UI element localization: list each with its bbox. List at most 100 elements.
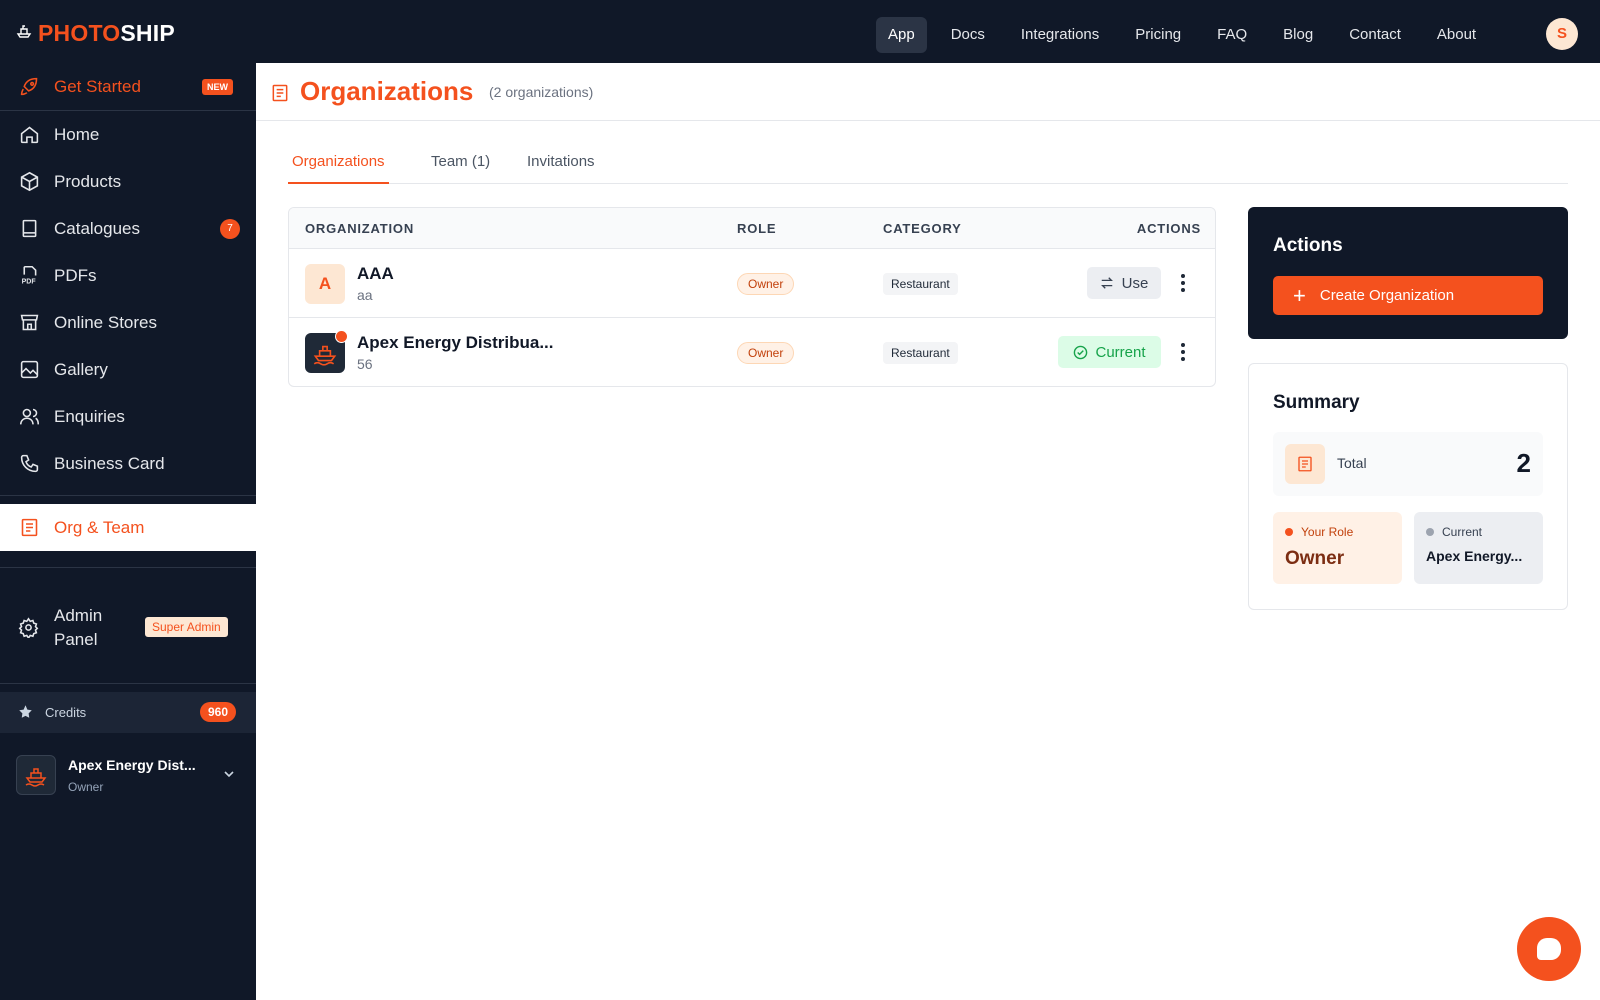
current-value: Apex Energy...: [1426, 548, 1523, 564]
home-icon: [18, 124, 40, 146]
sidebar-item-enquiries[interactable]: Enquiries: [0, 393, 256, 440]
org-logo: [16, 755, 56, 795]
brand-logo[interactable]: PHOTOSHIP: [16, 20, 175, 47]
sidebar-item-label: Business Card: [54, 453, 165, 473]
sidebar: Get Started NEW Home Products Catalogues…: [0, 63, 256, 1000]
table-row[interactable]: Apex Energy Distribua... 56 Owner Restau…: [289, 318, 1215, 386]
count-badge: 7: [220, 218, 240, 239]
sidebar-item-label: Enquiries: [54, 406, 125, 426]
sidebar-item-business-card[interactable]: Business Card: [0, 440, 256, 487]
sidebar-item-label: Gallery: [54, 359, 108, 379]
store-icon: [18, 312, 40, 334]
your-role-stat: Your Role Owner: [1273, 512, 1402, 584]
org-icon: [1285, 444, 1325, 484]
phone-icon: [18, 453, 40, 475]
current-org-stat: Current Apex Energy...: [1414, 512, 1543, 584]
book-icon: [18, 218, 40, 240]
actions-title: Actions: [1273, 235, 1343, 256]
row-menu-icon[interactable]: [1175, 271, 1191, 295]
image-icon: [18, 359, 40, 381]
your-role-label: Your Role: [1301, 525, 1354, 539]
svg-text:PDF: PDF: [21, 278, 36, 285]
sidebar-item-online-stores[interactable]: Online Stores: [0, 299, 256, 346]
sidebar-item-label: PDFs: [54, 265, 97, 285]
super-admin-badge: Super Admin: [145, 617, 228, 637]
page-header: Organizations (2 organizations): [256, 63, 1600, 121]
sidebar-item-products[interactable]: Products: [0, 158, 256, 205]
sidebar-item-home[interactable]: Home: [0, 111, 256, 158]
sidebar-item-pdfs[interactable]: PDF PDFs: [0, 252, 256, 299]
credits-bar[interactable]: Credits 960: [0, 692, 256, 733]
sidebar-item-get-started[interactable]: Get Started NEW: [0, 63, 256, 110]
use-org-label: Use: [1121, 274, 1149, 292]
box-icon: [18, 171, 40, 193]
credits-badge: 960: [200, 702, 237, 722]
chat-button[interactable]: [1517, 917, 1581, 981]
new-badge: NEW: [202, 78, 233, 95]
category-badge: Restaurant: [883, 342, 958, 364]
org-subtitle: 56: [357, 356, 373, 372]
top-nav: App Docs Integrations Pricing FAQ Blog C…: [876, 17, 1500, 53]
total-value: 2: [1516, 448, 1531, 478]
sidebar-item-label: Admin Panel: [54, 606, 103, 649]
chat-bubble-icon: [1537, 938, 1561, 960]
credits-label: Credits: [45, 705, 87, 720]
org-subtitle: aa: [357, 287, 373, 303]
ship-icon: [25, 768, 47, 787]
nav-faq[interactable]: FAQ: [1205, 17, 1259, 53]
org-name: AAA: [357, 264, 394, 283]
status-dot: [1426, 528, 1434, 536]
pdf-icon: PDF: [18, 265, 40, 287]
user-avatar[interactable]: S: [1546, 18, 1578, 50]
organizations-table: ORGANIZATION ROLE CATEGORY ACTIONS A AAA…: [288, 207, 1216, 387]
sidebar-item-label: Home: [54, 124, 100, 144]
check-circle-icon: [1074, 345, 1088, 359]
star-icon: [18, 704, 45, 722]
nav-pricing[interactable]: Pricing: [1123, 17, 1193, 53]
ship-icon: [313, 345, 337, 366]
rocket-icon: [18, 76, 40, 98]
summary-title: Summary: [1273, 392, 1360, 413]
create-organization-button[interactable]: + Create Organization: [1273, 276, 1543, 315]
sidebar-item-admin-panel[interactable]: Admin Panel Super Admin: [0, 593, 256, 663]
table-row[interactable]: A AAA aa Owner Restaurant Use: [289, 249, 1215, 318]
total-stat: Total 2: [1273, 432, 1543, 496]
tab-invitations[interactable]: Invitations: [523, 153, 599, 184]
current-org-label: Current: [1095, 343, 1146, 361]
nav-docs[interactable]: Docs: [939, 17, 997, 53]
users-icon: [18, 406, 40, 428]
nav-app[interactable]: App: [876, 17, 927, 53]
nav-integrations[interactable]: Integrations: [1009, 17, 1111, 53]
organization-count: (2 organizations): [489, 84, 594, 100]
tab-bar: Organizations Team (1) Invitations: [288, 143, 1568, 184]
sidebar-item-label: Org & Team: [54, 517, 145, 537]
sidebar-item-catalogues[interactable]: Catalogues 7: [0, 205, 256, 252]
brand-name: PHOTOSHIP: [38, 20, 175, 46]
nav-contact[interactable]: Contact: [1337, 17, 1413, 53]
tab-organizations[interactable]: Organizations: [288, 153, 389, 184]
current-org-button[interactable]: Current: [1058, 336, 1161, 368]
role-badge: Owner: [737, 273, 795, 295]
org-avatar: [305, 330, 348, 373]
row-menu-icon[interactable]: [1175, 340, 1191, 364]
top-navbar: PHOTOSHIP App Docs Integrations Pricing …: [0, 0, 1600, 63]
column-header-role: ROLE: [737, 221, 777, 236]
nav-about[interactable]: About: [1425, 17, 1488, 53]
org-name: Apex Energy Distribua...: [357, 333, 554, 352]
tab-team[interactable]: Team (1): [427, 153, 494, 184]
org-switcher[interactable]: Apex Energy Dist... Owner: [16, 755, 240, 797]
sidebar-item-label: Products: [54, 171, 122, 191]
sidebar-item-label: Catalogues: [54, 218, 141, 238]
current-label: Current: [1442, 525, 1483, 539]
org-switcher-role: Owner: [68, 780, 104, 794]
nav-blog[interactable]: Blog: [1271, 17, 1325, 53]
org-avatar: A: [305, 264, 345, 304]
gear-icon: [18, 617, 40, 639]
sidebar-item-org-team[interactable]: Org & Team: [0, 504, 256, 551]
column-header-actions: ACTIONS: [1136, 221, 1201, 236]
chevron-down-icon: [224, 771, 234, 778]
column-header-organization: ORGANIZATION: [305, 221, 415, 236]
table-header: ORGANIZATION ROLE CATEGORY ACTIONS: [289, 208, 1215, 249]
use-org-button[interactable]: Use: [1087, 267, 1161, 299]
sidebar-item-gallery[interactable]: Gallery: [0, 346, 256, 393]
